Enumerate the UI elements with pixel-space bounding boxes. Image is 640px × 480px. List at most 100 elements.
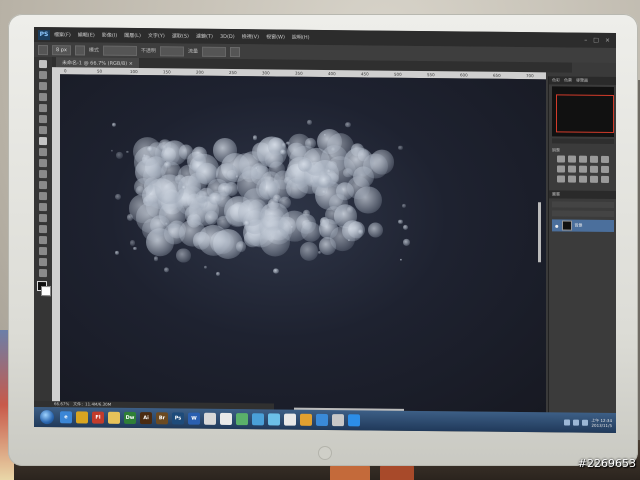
menu-view[interactable]: 檢視(V) xyxy=(242,33,259,40)
taskbar-folder-icon[interactable] xyxy=(108,411,120,424)
airbrush-toggle[interactable] xyxy=(229,46,240,57)
taskbar-flash-icon[interactable]: Fl xyxy=(92,411,104,424)
paint-blob xyxy=(236,241,247,252)
menu-filter[interactable]: 濾鏡(T) xyxy=(196,33,213,40)
visibility-eye-icon[interactable]: ● xyxy=(555,223,559,228)
gradient-tool-icon[interactable] xyxy=(39,181,47,190)
posterize-adjustment-icon[interactable] xyxy=(568,175,576,183)
taskbar-illustrator-icon[interactable]: Ai xyxy=(140,412,152,425)
invert-adjustment-icon[interactable] xyxy=(557,175,565,183)
pen-tool-icon[interactable] xyxy=(39,214,47,223)
taskbar-app-19-icon[interactable] xyxy=(348,414,360,427)
brush-preset-button[interactable] xyxy=(38,44,48,55)
navigator-preview[interactable] xyxy=(552,86,614,138)
menu-3d[interactable]: 3D(D) xyxy=(220,33,235,39)
hue-adjustment-icon[interactable] xyxy=(557,165,565,173)
volume-icon[interactable] xyxy=(573,419,580,426)
taskbar-app-14-icon[interactable] xyxy=(268,413,280,426)
maximize-button[interactable]: □ xyxy=(593,37,599,44)
start-button[interactable] xyxy=(40,410,54,425)
paint-blob xyxy=(238,150,267,180)
marquee-tool-icon[interactable] xyxy=(39,71,47,80)
path-select-tool-icon[interactable] xyxy=(39,236,47,245)
taskbar-app-17-icon[interactable] xyxy=(316,413,328,427)
vibrance-adjustment-icon[interactable] xyxy=(601,155,609,163)
blur-tool-icon[interactable] xyxy=(39,192,47,201)
flag-icon[interactable] xyxy=(582,419,589,426)
network-icon[interactable] xyxy=(564,419,571,426)
taskbar-photoshop-icon[interactable]: Ps xyxy=(172,412,184,425)
channel-mixer-adjustment-icon[interactable] xyxy=(601,165,609,173)
lock-controls[interactable] xyxy=(552,210,614,218)
minimize-button[interactable]: – xyxy=(584,37,587,44)
lasso-tool-icon[interactable] xyxy=(39,82,47,91)
crop-tool-icon[interactable] xyxy=(39,104,47,113)
taskbar-app-11-icon[interactable] xyxy=(220,412,232,426)
quick-select-tool-icon[interactable] xyxy=(39,93,47,102)
brush-tool-icon[interactable] xyxy=(39,137,47,146)
threshold-adjustment-icon[interactable] xyxy=(579,175,587,183)
clock[interactable]: 上午 12:34 2013/11/5 xyxy=(591,418,612,428)
background-color-swatch[interactable] xyxy=(41,286,51,297)
tab-layers[interactable]: 圖層 xyxy=(552,191,560,197)
tab-swatches[interactable]: 色票 xyxy=(564,78,572,84)
tab-navigator[interactable]: 導覽器 xyxy=(576,78,588,84)
blend-mode-select[interactable] xyxy=(552,201,614,209)
eyedropper-tool-icon[interactable] xyxy=(39,115,47,124)
window-controls: – □ × xyxy=(584,37,610,44)
brightness-adjustment-icon[interactable] xyxy=(557,155,565,163)
black-white-adjustment-icon[interactable] xyxy=(579,165,587,173)
stamp-tool-icon[interactable] xyxy=(39,148,47,157)
taskbar-chrome-icon[interactable] xyxy=(76,411,88,424)
history-brush-tool-icon[interactable] xyxy=(39,159,47,168)
menu-image[interactable]: 影像(I) xyxy=(102,32,117,39)
menu-help[interactable]: 說明(H) xyxy=(292,34,310,41)
taskbar-bridge-icon[interactable]: Br xyxy=(156,412,168,425)
eraser-tool-icon[interactable] xyxy=(39,170,47,179)
flow-field[interactable] xyxy=(201,46,226,57)
hand-tool-icon[interactable] xyxy=(39,258,47,267)
photo-filter-adjustment-icon[interactable] xyxy=(590,165,598,173)
curves-adjustment-icon[interactable] xyxy=(579,155,587,163)
brush-panel-toggle[interactable] xyxy=(74,44,85,55)
zoom-level[interactable]: 66.67% xyxy=(54,401,69,406)
document-canvas[interactable] xyxy=(60,74,546,413)
menu-file[interactable]: 檔案(F) xyxy=(54,31,71,38)
taskbar-ie-icon[interactable]: e xyxy=(60,411,72,424)
layer-row[interactable]: ● 背景 xyxy=(552,219,614,233)
vertical-scrollbar[interactable] xyxy=(538,202,541,263)
taskbar-app-15-icon[interactable] xyxy=(284,413,296,426)
menu-type[interactable]: 文字(Y) xyxy=(148,32,165,39)
taskbar-app-10-icon[interactable] xyxy=(204,412,216,425)
shape-tool-icon[interactable] xyxy=(39,247,47,256)
move-tool-icon[interactable] xyxy=(39,60,47,69)
menu-select[interactable]: 選取(S) xyxy=(172,32,189,39)
opacity-field[interactable] xyxy=(159,45,184,57)
taskbar-word-icon[interactable]: W xyxy=(188,412,200,425)
paint-speck xyxy=(143,154,146,157)
brush-size-field[interactable]: 8 px xyxy=(52,44,71,55)
taskbar-app-18-icon[interactable] xyxy=(332,414,344,427)
menu-layer[interactable]: 圖層(L) xyxy=(124,32,141,39)
taskbar-dreamweaver-icon[interactable]: Dw xyxy=(124,411,136,425)
color-balance-adjustment-icon[interactable] xyxy=(568,165,576,173)
levels-adjustment-icon[interactable] xyxy=(568,155,576,163)
vertical-ruler xyxy=(52,67,60,408)
type-tool-icon[interactable] xyxy=(39,225,47,234)
navigator-view-box[interactable] xyxy=(556,94,614,134)
exposure-adjustment-icon[interactable] xyxy=(590,155,598,163)
menu-window[interactable]: 視窗(W) xyxy=(266,33,285,40)
taskbar-app-13-icon[interactable] xyxy=(252,413,264,426)
tab-color[interactable]: 色彩 xyxy=(552,77,560,83)
dodge-tool-icon[interactable] xyxy=(39,203,47,212)
taskbar-app-16-icon[interactable] xyxy=(300,413,312,426)
gradient-map-adjustment-icon[interactable] xyxy=(590,175,598,183)
menu-edit[interactable]: 編輯(E) xyxy=(78,31,95,38)
selective-color-adjustment-icon[interactable] xyxy=(601,175,609,183)
navigator-zoom-slider[interactable] xyxy=(552,138,614,145)
mode-select[interactable] xyxy=(102,45,137,56)
close-button[interactable]: × xyxy=(605,37,610,44)
taskbar-app-12-icon[interactable] xyxy=(236,413,248,426)
zoom-tool-icon[interactable] xyxy=(39,269,47,278)
healing-tool-icon[interactable] xyxy=(39,126,47,135)
